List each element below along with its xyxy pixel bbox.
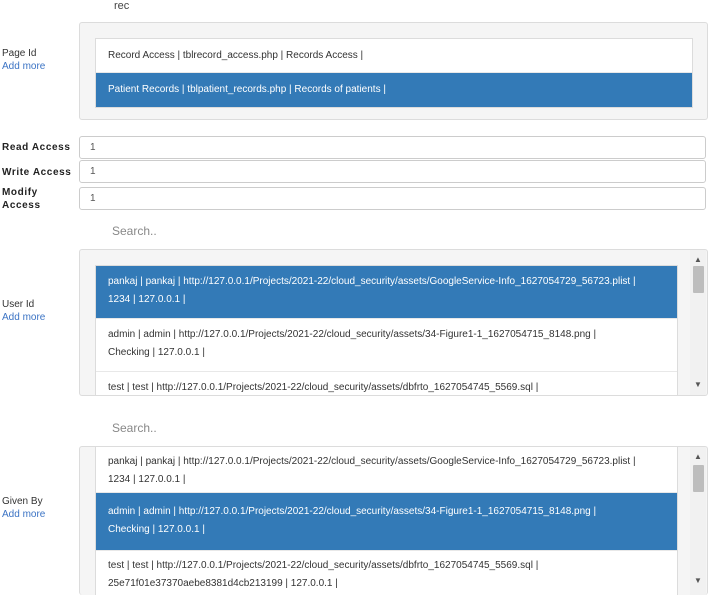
user-id-option[interactable]: test | test | http://127.0.0.1/Projects/… [96,372,677,395]
page-id-label-group: Page Id Add more [2,47,45,73]
scroll-thumb[interactable] [693,465,704,492]
given-by-option-line1: test | test | http://127.0.0.1/Projects/… [108,560,539,571]
modify-access-label-group: Modify Access [2,186,41,212]
given-by-listbox[interactable]: pankaj | pankaj | http://127.0.0.1/Proje… [95,447,678,595]
user-id-scrollbar[interactable]: ▲ ▼ [690,250,706,395]
top-text: rec [114,0,130,12]
given-by-scrollbar[interactable]: ▲ ▼ [690,447,706,595]
user-id-label: User Id [2,299,35,310]
scroll-up-icon[interactable]: ▲ [690,254,706,266]
scroll-up-icon[interactable]: ▲ [690,451,706,463]
page-id-listbox[interactable]: Record Access | tblrecord_access.php | R… [95,38,693,108]
given-by-add-more-link[interactable]: Add more [2,508,45,521]
scroll-thumb[interactable] [693,266,704,293]
user-id-option-line2: Checking | 127.0.0.1 | [108,347,205,358]
user-id-option-line1: test | test | http://127.0.0.1/Projects/… [108,382,539,393]
user-id-select-panel: pankaj | pankaj | http://127.0.0.1/Proje… [79,249,708,396]
page-id-select-panel: Record Access | tblrecord_access.php | R… [79,22,708,120]
given-by-select-panel: pankaj | pankaj | http://127.0.0.1/Proje… [79,446,708,595]
read-access-label: Read Access [2,142,71,153]
read-access-input[interactable]: 1 [79,136,706,159]
modify-access-input[interactable]: 1 [79,187,706,210]
scroll-down-icon[interactable]: ▼ [690,379,706,391]
user-id-add-more-link[interactable]: Add more [2,311,45,324]
given-by-option-selected[interactable]: admin | admin | http://127.0.0.1/Project… [96,493,677,551]
given-by-option-line2: 1234 | 127.0.0.1 | [108,474,186,485]
given-by-label: Given By [2,496,43,507]
user-id-listbox[interactable]: pankaj | pankaj | http://127.0.0.1/Proje… [95,265,678,395]
user-id-option-selected[interactable]: pankaj | pankaj | http://127.0.0.1/Proje… [96,266,677,319]
write-access-input[interactable]: 1 [79,160,706,183]
user-id-option-line1: admin | admin | http://127.0.0.1/Project… [108,329,597,340]
page-id-add-more-link[interactable]: Add more [2,60,45,73]
given-by-option-line1: pankaj | pankaj | http://127.0.0.1/Proje… [108,456,636,467]
page-id-option-selected[interactable]: Patient Records | tblpatient_records.php… [96,73,692,107]
page-id-label: Page Id [2,48,37,59]
user-id-option[interactable]: admin | admin | http://127.0.0.1/Project… [96,319,677,372]
given-by-option-line2: Checking | 127.0.0.1 | [108,524,205,535]
user-id-label-group: User Id Add more [2,298,45,324]
scroll-down-icon[interactable]: ▼ [690,575,706,587]
user-id-option-line2: 1234 | 127.0.0.1 | [108,294,186,305]
given-by-option[interactable]: pankaj | pankaj | http://127.0.0.1/Proje… [96,447,677,493]
given-by-label-group: Given By Add more [2,495,45,521]
page-id-option[interactable]: Record Access | tblrecord_access.php | R… [96,39,692,73]
given-by-search-input[interactable]: Search.. [112,421,157,435]
given-by-option[interactable]: test | test | http://127.0.0.1/Projects/… [96,551,677,595]
modify-access-label-line2: Access [2,200,41,211]
given-by-option-line2: 25e71f01e37370aebe8381d4cb213199 | 127.0… [108,578,338,589]
user-id-option-line1: pankaj | pankaj | http://127.0.0.1/Proje… [108,276,636,287]
write-access-label: Write Access [2,167,72,178]
given-by-option-line1: admin | admin | http://127.0.0.1/Project… [108,506,597,517]
user-id-search-input[interactable]: Search.. [112,224,157,238]
modify-access-label-line1: Modify [2,187,38,198]
